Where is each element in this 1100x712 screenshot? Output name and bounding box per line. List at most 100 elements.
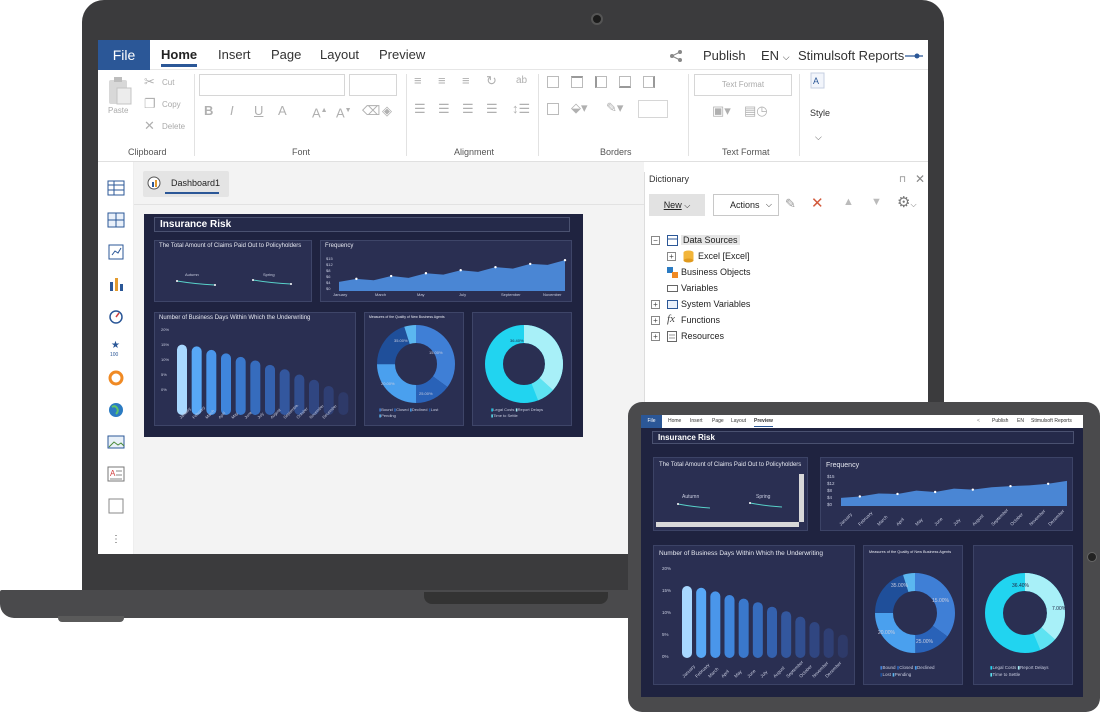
clear-format-icon[interactable]: ⌫ — [362, 104, 380, 118]
tree-item-system-variables[interactable]: + System Variables — [645, 298, 928, 312]
tree-item-functions[interactable]: + fx Functions — [645, 313, 928, 328]
panel-icon[interactable] — [107, 498, 125, 514]
collapse-icon[interactable]: − — [651, 236, 660, 245]
align-center-icon[interactable]: ☰ — [438, 102, 450, 116]
text-format-input[interactable]: Text Format — [694, 74, 792, 96]
tree-item-excel[interactable]: + Excel [Excel] — [645, 250, 928, 264]
grow-font-icon[interactable]: A▲ — [312, 104, 328, 120]
tree-item-resources[interactable]: + Resources — [645, 330, 928, 344]
tree-item-variables[interactable]: Variables — [645, 282, 928, 296]
border-bottom-icon[interactable] — [619, 76, 631, 88]
bar-chart-icon[interactable] — [107, 276, 125, 292]
file-tab[interactable]: File — [98, 40, 150, 70]
tree-item-business-objects[interactable]: Business Objects — [645, 266, 928, 280]
tablet-publish[interactable]: Publish — [992, 415, 1008, 428]
copy-label[interactable]: Copy — [162, 100, 181, 109]
publish-button[interactable]: Publish — [703, 40, 746, 70]
align-right-icon[interactable]: ☰ — [462, 102, 474, 116]
align-left-icon[interactable]: ☰ — [414, 102, 426, 116]
edit-icon[interactable]: ✎ — [785, 196, 796, 212]
dashboard-tab[interactable]: Dashboard1 — [143, 171, 229, 197]
pivot-table-icon[interactable] — [107, 212, 125, 228]
format-clock-icon[interactable]: ▤◷ — [744, 104, 768, 118]
paste-icon[interactable] — [106, 76, 134, 106]
move-down-icon[interactable]: ▼ — [871, 196, 882, 208]
justify-icon[interactable]: ☰ — [486, 102, 498, 116]
expand-icon[interactable]: + — [651, 316, 660, 325]
tablet-tab-page[interactable]: Page — [712, 415, 724, 428]
align-bottom-icon[interactable]: ≡ — [462, 74, 470, 88]
close-icon[interactable]: ✕ — [915, 172, 925, 186]
tab-preview[interactable]: Preview — [379, 40, 425, 70]
bold-button[interactable]: B — [204, 104, 213, 118]
delete-icon[interactable]: ✕ — [811, 194, 824, 212]
style-label[interactable]: Style — [810, 108, 830, 118]
align-top-icon[interactable]: ≡ — [414, 74, 422, 88]
align-middle-icon[interactable]: ≡ — [438, 74, 446, 88]
tab-insert[interactable]: Insert — [218, 40, 251, 70]
tablet-ring-panel[interactable]: 36.40% 7.00% ▮Legal Costs ▮Report Delays… — [973, 545, 1073, 685]
pin-icon[interactable]: ⊓ — [899, 174, 906, 185]
italic-button[interactable]: I — [230, 104, 234, 118]
chevron-down-icon[interactable]: ⌵ — [815, 132, 822, 143]
tablet-tab-preview[interactable]: Preview — [754, 415, 773, 428]
format-icon[interactable]: ▣▾ — [712, 104, 731, 118]
gear-icon[interactable]: ⚙⌵ — [897, 193, 917, 211]
border-top-icon[interactable] — [571, 76, 583, 88]
business-days-panel[interactable]: Number of Business Days Within Which the… — [154, 312, 356, 426]
rotate-icon[interactable]: ↻ — [486, 74, 497, 88]
cut-icon[interactable]: ✂ — [144, 75, 155, 89]
expand-icon[interactable]: + — [651, 332, 660, 341]
tablet-share-icon[interactable]: < — [977, 415, 980, 428]
copy-icon[interactable]: ❐ — [144, 97, 156, 111]
shrink-font-icon[interactable]: A▼ — [336, 104, 352, 120]
tablet-file-tab[interactable]: File — [641, 415, 662, 428]
border-none-icon[interactable] — [547, 103, 559, 115]
style-icon[interactable]: A — [810, 72, 826, 90]
cut-label[interactable]: Cut — [162, 78, 174, 87]
share-icon[interactable] — [669, 49, 683, 63]
eraser-icon[interactable]: ◈ — [382, 104, 392, 118]
move-up-icon[interactable]: ▲ — [843, 196, 854, 208]
more-icon[interactable]: ⋮ — [111, 534, 121, 545]
wrap-text-icon[interactable]: ab — [516, 74, 527, 88]
pin-icon[interactable] — [905, 52, 923, 60]
delete-icon[interactable]: ✕ — [144, 119, 155, 133]
tab-layout[interactable]: Layout — [320, 40, 359, 70]
font-color-button[interactable]: A — [278, 104, 287, 118]
tablet-horizontal-scrollbar[interactable] — [656, 522, 799, 527]
agents-quality-panel[interactable]: Measures of the Quality of New Business … — [364, 312, 464, 426]
expand-icon[interactable]: + — [651, 300, 660, 309]
tab-home[interactable]: Home — [161, 40, 198, 70]
claims-ring-panel[interactable]: 36.40% ▮Legal Costs ▮Report Delays ▮Time… — [472, 312, 572, 426]
tablet-tab-home[interactable]: Home — [668, 415, 681, 428]
progress-icon[interactable] — [107, 370, 125, 386]
indicator-icon[interactable]: ★100 — [107, 338, 125, 358]
tablet-agents-panel[interactable]: Measures of the Quality of New Business … — [863, 545, 963, 685]
tablet-language[interactable]: EN — [1017, 415, 1024, 428]
expand-icon[interactable]: + — [667, 252, 676, 261]
tablet-tab-layout[interactable]: Layout — [731, 415, 746, 428]
tablet-business-days-panel[interactable]: Number of Business Days Within Which the… — [653, 545, 855, 685]
tablet-vertical-scrollbar[interactable] — [799, 474, 804, 522]
map-icon[interactable] — [107, 402, 125, 418]
border-left-icon[interactable] — [595, 76, 607, 88]
image-icon[interactable] — [107, 434, 125, 450]
border-all-icon[interactable] — [547, 76, 559, 88]
border-right-icon[interactable] — [643, 76, 655, 88]
language-select[interactable]: EN ⌵ — [761, 40, 790, 70]
card-icon[interactable] — [107, 244, 125, 260]
tablet-frequency-panel[interactable]: Frequency $15 $12 $8 $4 $0 January February M… — [820, 457, 1073, 531]
fill-color-icon[interactable]: ⬙▾ — [571, 101, 588, 115]
underline-button[interactable]: U — [254, 104, 263, 118]
line-spacing-icon[interactable]: ↕☰ — [512, 102, 530, 116]
text-icon[interactable]: A — [107, 466, 125, 482]
claims-panel[interactable]: The Total Amount of Claims Paid Out to P… — [154, 240, 312, 302]
frequency-panel[interactable]: Frequency $15 $12 $8 $6 $4 $0 January March May… — [320, 240, 572, 302]
table-icon[interactable] — [107, 180, 125, 196]
font-size-input[interactable] — [349, 74, 397, 96]
new-button[interactable]: New ⌵ — [649, 194, 705, 216]
tree-item-data-sources[interactable]: − Data Sources — [645, 234, 928, 248]
border-style-select[interactable] — [638, 100, 668, 118]
tablet-tab-insert[interactable]: Insert — [690, 415, 703, 428]
